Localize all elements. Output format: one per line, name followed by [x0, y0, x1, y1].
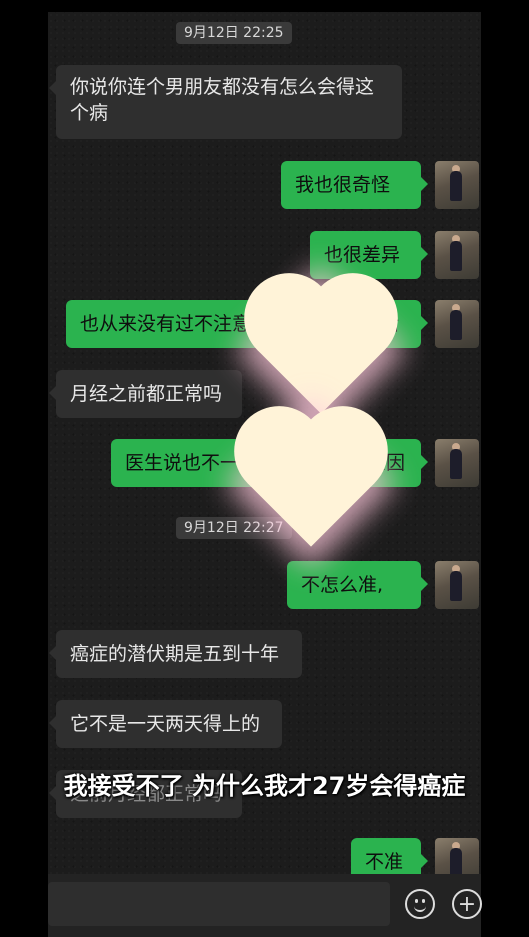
video-caption: 我接受不了 为什么我才27岁会得癌症	[63, 772, 466, 800]
outgoing-message[interactable]: 我也很奇怪	[281, 161, 428, 209]
emoji-mouth	[414, 904, 426, 912]
add-icon[interactable]: +	[452, 889, 482, 919]
input-bar: +	[48, 874, 482, 937]
user-avatar[interactable]	[435, 300, 479, 348]
emoji-left-eye	[415, 899, 418, 903]
user-avatar[interactable]	[435, 231, 479, 279]
user-avatar[interactable]	[435, 561, 479, 609]
outgoing-message[interactable]: 也很差异	[310, 231, 428, 279]
message-text: 也从来没有过不注意的	[80, 313, 271, 335]
timestamp: 9月12日 22:27	[176, 517, 292, 539]
incoming-message[interactable]: 它不是一天两天得上的	[49, 700, 282, 748]
timestamp: 9月12日 22:25	[176, 22, 292, 44]
incoming-message[interactable]: 月经之前都正常吗	[49, 370, 242, 418]
incoming-message[interactable]: 癌症的潜伏期是五到十年	[49, 630, 302, 678]
user-avatar[interactable]	[435, 439, 479, 487]
outgoing-message[interactable]: 不怎么准,	[287, 561, 428, 609]
emoji-right-eye	[422, 899, 425, 903]
incoming-message[interactable]: 你说你连个男朋友都没有怎么会得这个病	[49, 65, 402, 139]
emoji-icon[interactable]	[405, 889, 435, 919]
user-avatar[interactable]	[435, 161, 479, 209]
message-input[interactable]	[48, 882, 390, 926]
